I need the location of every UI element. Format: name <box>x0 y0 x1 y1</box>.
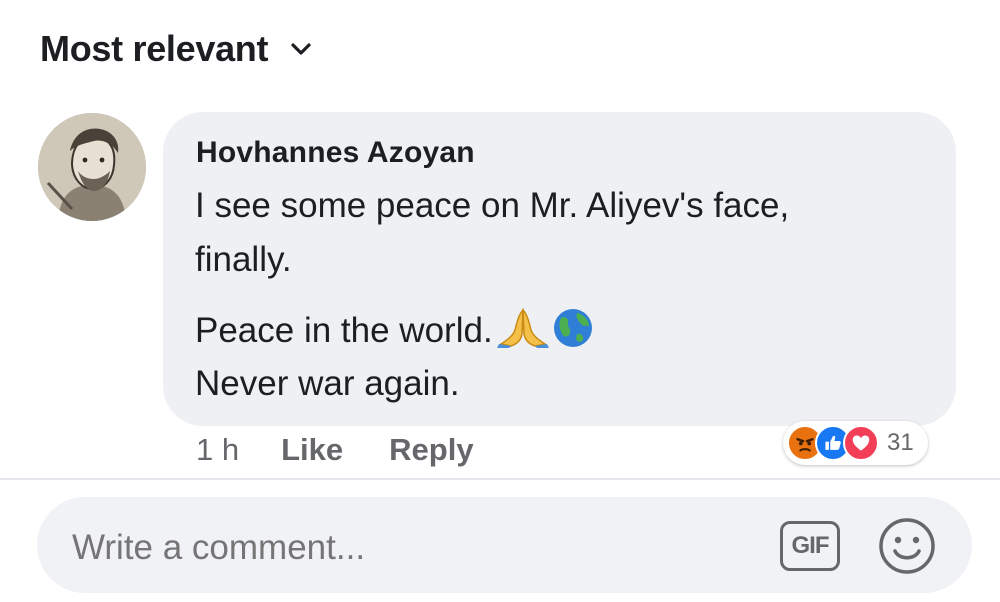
reaction-count: 31 <box>887 429 914 456</box>
like-button[interactable]: Like <box>281 432 343 468</box>
comment-actions: 1 h Like Reply <box>196 432 474 468</box>
reply-button[interactable]: Reply <box>389 432 473 468</box>
comment-text-line: finally. <box>195 240 292 279</box>
divider <box>0 478 1000 480</box>
comment-timestamp[interactable]: 1 h <box>196 432 239 468</box>
gif-button[interactable]: GIF <box>780 521 840 571</box>
comment-author[interactable]: Hovhannes Azoyan <box>196 136 475 170</box>
love-reaction-icon <box>843 425 879 461</box>
chevron-down-icon <box>290 42 312 56</box>
globe-icon <box>553 308 593 357</box>
sort-label: Most relevant <box>40 28 269 69</box>
comment-input[interactable] <box>72 526 712 570</box>
comment-text: Peace in the world. <box>195 310 493 350</box>
sort-dropdown[interactable]: Most relevant <box>40 28 312 70</box>
comment-text-line: I see some peace on Mr. Aliyev's face, <box>195 186 790 225</box>
comment-text-line: Never war again. <box>195 364 460 403</box>
smiley-icon[interactable] <box>877 516 937 576</box>
comment-text-line: Peace in the world. <box>195 308 593 357</box>
reactions-summary[interactable]: 31 <box>783 421 928 465</box>
folded-hands-icon <box>496 308 549 357</box>
avatar[interactable] <box>38 113 146 221</box>
